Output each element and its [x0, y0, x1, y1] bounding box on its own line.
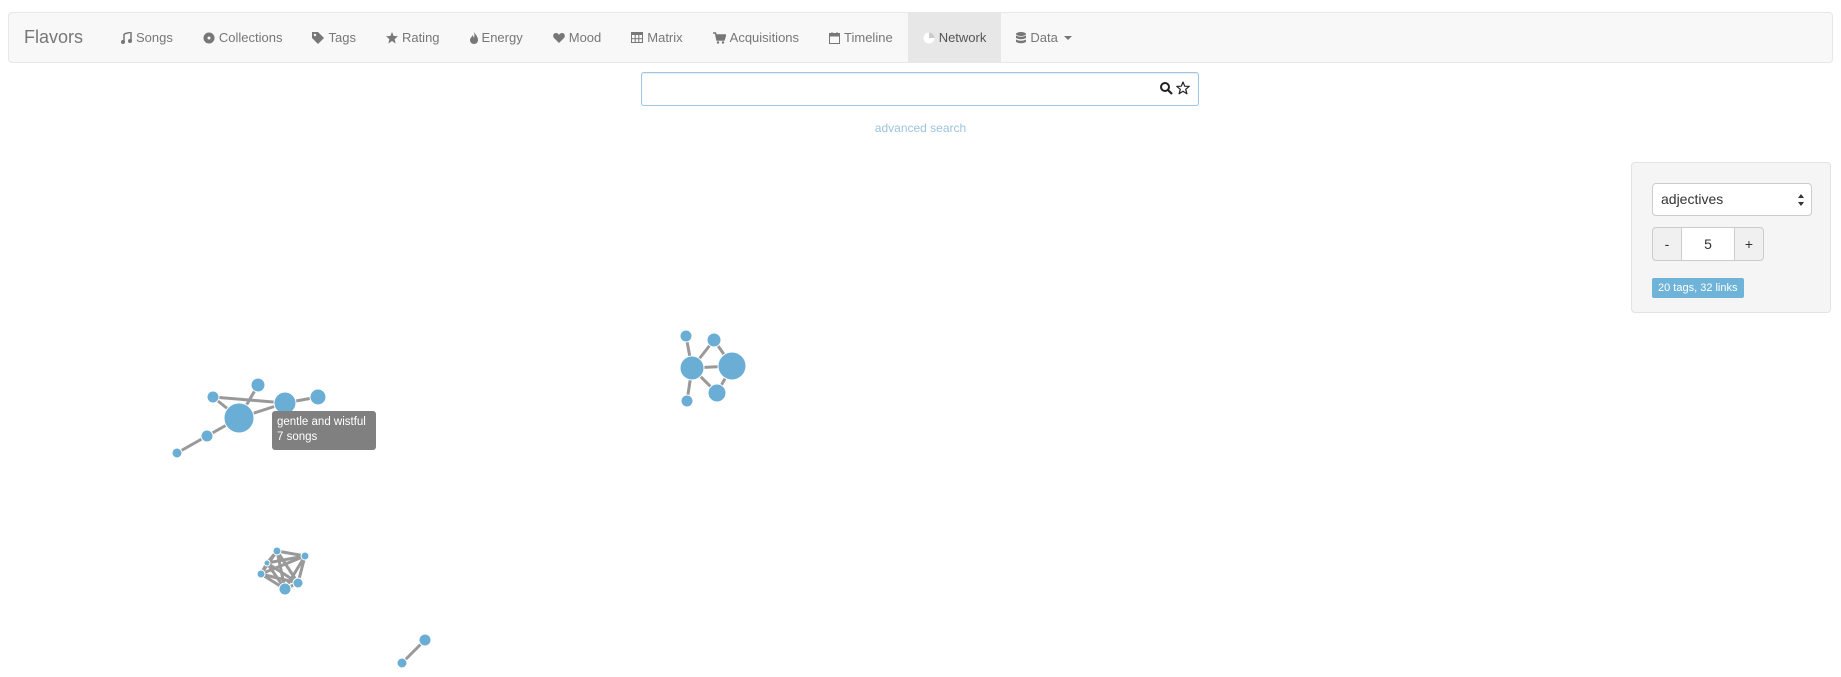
graph-node[interactable]	[418, 633, 432, 647]
graph-node[interactable]	[206, 390, 220, 404]
graph-node[interactable]	[309, 388, 327, 406]
graph-node[interactable]	[717, 351, 747, 381]
network-controls-panel: adjectives - 5 + 20 tags, 32 links	[1631, 162, 1831, 313]
category-select-value: adjectives	[1661, 191, 1724, 207]
graph-node[interactable]	[300, 551, 310, 561]
summary-badge: 20 tags, 32 links	[1652, 278, 1744, 298]
node-tooltip: gentle and wistful 7 songs	[272, 411, 376, 450]
graph-node[interactable]	[396, 657, 408, 669]
strength-value[interactable]: 5	[1682, 227, 1734, 261]
graph-node[interactable]	[707, 383, 727, 403]
network-graph	[171, 329, 747, 669]
graph-node[interactable]	[256, 569, 266, 579]
graph-node[interactable]	[292, 577, 304, 589]
graph-node[interactable]	[680, 394, 694, 408]
strength-stepper: - 5 +	[1652, 227, 1764, 261]
graph-node[interactable]	[250, 377, 266, 393]
graph-node[interactable]	[706, 332, 722, 348]
graph-node[interactable]	[679, 355, 705, 381]
decrement-button[interactable]: -	[1652, 227, 1682, 261]
tooltip-title: gentle and wistful	[277, 416, 366, 428]
increment-button[interactable]: +	[1734, 227, 1764, 261]
select-arrows-icon	[1798, 194, 1804, 206]
graph-node[interactable]	[223, 402, 255, 434]
graph-node[interactable]	[171, 447, 183, 459]
graph-node[interactable]	[200, 429, 214, 443]
tooltip-detail: 7 songs	[277, 431, 318, 443]
category-select[interactable]: adjectives	[1652, 183, 1812, 216]
graph-node[interactable]	[679, 329, 693, 343]
graph-node[interactable]	[263, 559, 271, 567]
graph-node[interactable]	[278, 582, 292, 596]
graph-node[interactable]	[272, 546, 282, 556]
